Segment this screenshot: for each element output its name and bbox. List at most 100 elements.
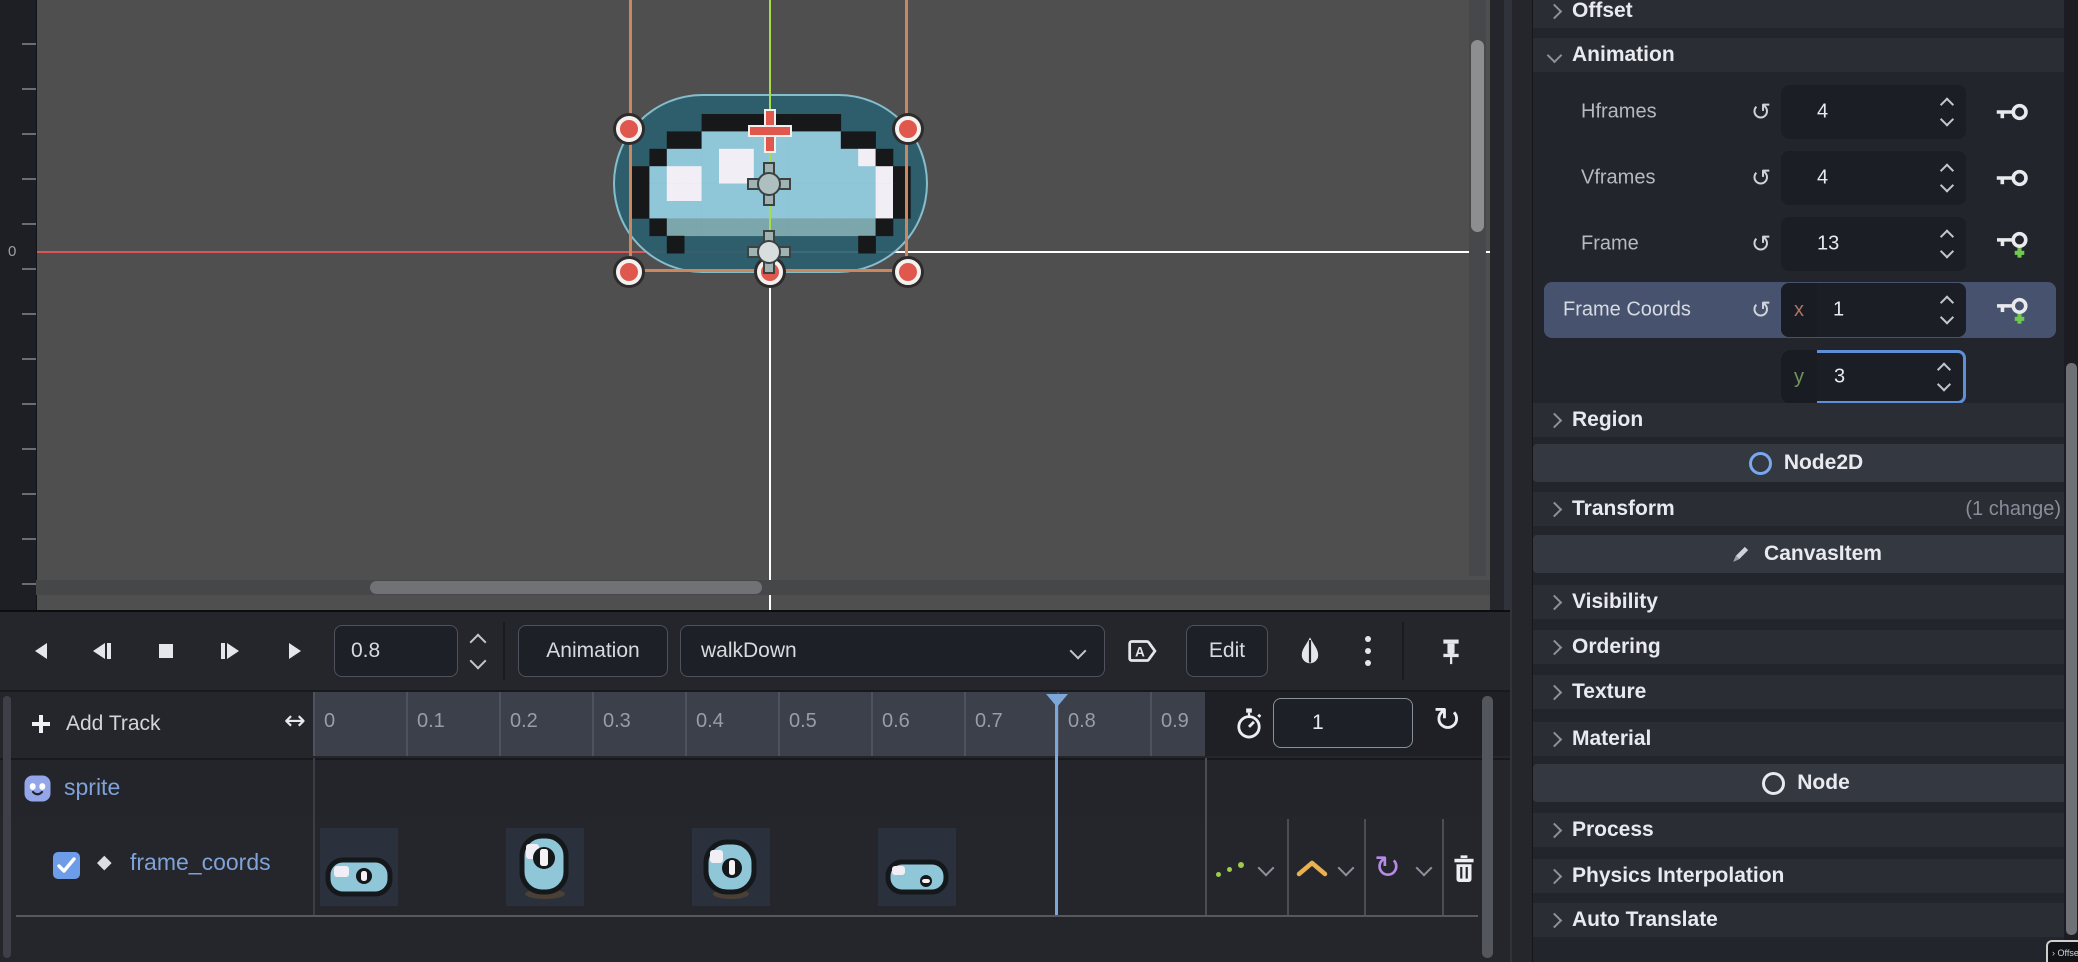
- revert-icon[interactable]: ↺: [1751, 230, 1771, 258]
- animation-panel-left-scrollbar[interactable]: [3, 696, 11, 958]
- section-process[interactable]: Process: [1533, 813, 2078, 847]
- section-physics-interpolation[interactable]: Physics Interpolation: [1533, 859, 2078, 893]
- category-canvasitem: CanvasItem: [1533, 535, 2078, 573]
- revert-icon[interactable]: ↺: [1751, 98, 1771, 126]
- svg-text:A: A: [1135, 644, 1145, 659]
- viewport-hscrollbar[interactable]: [370, 581, 762, 594]
- section-animation[interactable]: Animation: [1533, 38, 2078, 72]
- keyframe-thumbnail[interactable]: [878, 828, 956, 906]
- add-track-button[interactable]: Add Track: [0, 692, 313, 756]
- hframes-spinbox[interactable]: 4: [1781, 85, 1966, 139]
- keyframe-thumbnail[interactable]: [692, 828, 770, 906]
- playback-position-value: 0.8: [351, 639, 380, 663]
- property-label[interactable]: Vframes: [1581, 167, 1655, 190]
- animation-select-dropdown[interactable]: walkDown: [680, 625, 1105, 677]
- ruler-zero-label: 0: [8, 243, 16, 260]
- ruler-tick-label[interactable]: 0: [313, 692, 406, 756]
- track-enabled-checkbox[interactable]: [53, 852, 80, 879]
- section-auto-translate[interactable]: Auto Translate: [1533, 903, 2078, 937]
- viewport-vscrollbar[interactable]: [1471, 40, 1484, 232]
- animation-menu-button[interactable]: Animation: [518, 625, 668, 677]
- play-backwards-from-current-button[interactable]: [82, 625, 122, 677]
- section-transform[interactable]: Transform (1 change): [1533, 492, 2078, 526]
- property-label[interactable]: Frame Coords: [1563, 299, 1691, 322]
- onion-skinning-options-icon[interactable]: [1356, 625, 1380, 677]
- timeline-playhead[interactable]: [1055, 694, 1058, 915]
- play-from-current-button[interactable]: [210, 625, 250, 677]
- vframes-spinbox[interactable]: 4: [1781, 151, 1966, 205]
- x-component-badge: x: [1781, 283, 1817, 337]
- ruler-tick-label[interactable]: 0.7: [964, 692, 1057, 756]
- selection-handle-left[interactable]: [616, 116, 642, 142]
- key-type-diamond-icon: ◆: [97, 851, 112, 873]
- ruler-tick-label[interactable]: 0.2: [499, 692, 592, 756]
- keyframe-thumbnail[interactable]: [320, 828, 398, 906]
- ruler-tick-label[interactable]: 0.9: [1150, 692, 1205, 756]
- loop-animation-icon[interactable]: ↻: [1433, 700, 1462, 740]
- section-visibility[interactable]: Visibility: [1533, 585, 2078, 619]
- add-key-icon[interactable]: [1981, 220, 2043, 268]
- spin-stepper-icon[interactable]: [1942, 298, 1952, 323]
- playback-position-spinbox[interactable]: 0.8: [334, 625, 458, 677]
- section-ordering[interactable]: Ordering: [1533, 630, 2078, 664]
- timeline-ruler[interactable]: 00.10.20.30.40.50.60.70.80.9: [313, 692, 1205, 756]
- node-icon: [1762, 772, 1785, 795]
- section-material[interactable]: Material: [1533, 722, 2078, 756]
- ruler-tick-label[interactable]: 0.5: [778, 692, 871, 756]
- add-key-icon[interactable]: [1981, 286, 2043, 334]
- ruler-tick-label[interactable]: 0.1: [406, 692, 499, 756]
- property-row-hframes: Hframes ↺ 4: [1533, 84, 2078, 140]
- track-loop-wrap-icon[interactable]: ↻: [1374, 848, 1401, 886]
- key-icon[interactable]: [1981, 154, 2043, 202]
- keyframe-thumbnail[interactable]: [506, 828, 584, 906]
- timeline-right-zone: 1 ↻: [1205, 692, 1510, 756]
- frame-spinbox[interactable]: 13: [1781, 217, 1966, 271]
- ruler-tick-label[interactable]: 0.3: [592, 692, 685, 756]
- animation-panel-right-scrollbar[interactable]: [1482, 696, 1493, 958]
- selection-handle-bottom-right[interactable]: [895, 259, 921, 285]
- ruler-tick-label[interactable]: 0.8: [1057, 692, 1150, 756]
- timeline-pan-icon[interactable]: ↔: [284, 706, 306, 736]
- spin-stepper-icon[interactable]: [1942, 232, 1952, 257]
- autoplay-on-load-icon[interactable]: A: [1122, 625, 1166, 677]
- inspector-scrollbar[interactable]: [2066, 363, 2077, 935]
- timeline-playhead-grip[interactable]: [1046, 694, 1068, 707]
- revert-icon[interactable]: ↺: [1751, 164, 1771, 192]
- selection-handle-bottom-left[interactable]: [616, 259, 642, 285]
- animation-toolbar: 0.8 Animation walkDown A Edit: [0, 612, 1510, 690]
- spin-stepper-icon[interactable]: [1939, 365, 1949, 390]
- position-stepper[interactable]: [466, 625, 490, 677]
- onion-skinning-icon[interactable]: [1288, 625, 1332, 677]
- section-offset[interactable]: Offset: [1533, 0, 2078, 28]
- ruler-tick-label[interactable]: 0.6: [871, 692, 964, 756]
- pin-panel-icon[interactable]: [1428, 625, 1474, 677]
- edit-toggle-button[interactable]: Edit: [1186, 625, 1268, 677]
- frame-coords-x-spinbox[interactable]: x 1: [1781, 283, 1966, 337]
- track-interpolation-icon[interactable]: [1295, 856, 1329, 880]
- spin-stepper-icon[interactable]: [1942, 100, 1952, 125]
- property-row-frame: Frame ↺ 13: [1533, 216, 2078, 272]
- stop-button[interactable]: [146, 625, 186, 677]
- frame-coords-y-spinbox[interactable]: y 3: [1781, 350, 1966, 404]
- track-update-mode-icon[interactable]: [1216, 859, 1246, 879]
- play-forwards-button[interactable]: [274, 625, 314, 677]
- animation-length-spinbox[interactable]: 1: [1273, 698, 1413, 748]
- ruler-tick-label[interactable]: 0.4: [685, 692, 778, 756]
- delete-track-icon[interactable]: [1450, 854, 1478, 884]
- key-icon[interactable]: [1981, 88, 2043, 136]
- origin-position-gizmo[interactable]: [747, 230, 791, 274]
- property-label[interactable]: Hframes: [1581, 101, 1657, 124]
- category-node2d: Node2D: [1533, 444, 2078, 482]
- section-region[interactable]: Region: [1533, 403, 2078, 437]
- viewport-hscrollbar-groove[interactable]: [36, 580, 1490, 595]
- play-backwards-button[interactable]: [22, 625, 62, 677]
- section-texture[interactable]: Texture: [1533, 675, 2078, 709]
- spin-stepper-icon[interactable]: [1942, 166, 1952, 191]
- 2d-viewport-canvas[interactable]: 0: [0, 0, 1490, 610]
- node-pivot-marker[interactable]: [748, 109, 792, 153]
- track-node-row[interactable]: sprite: [0, 760, 1480, 817]
- selection-handle-right[interactable]: [895, 116, 921, 142]
- center-position-gizmo[interactable]: [747, 162, 791, 206]
- revert-icon[interactable]: ↺: [1751, 296, 1771, 324]
- property-label[interactable]: Frame: [1581, 233, 1639, 256]
